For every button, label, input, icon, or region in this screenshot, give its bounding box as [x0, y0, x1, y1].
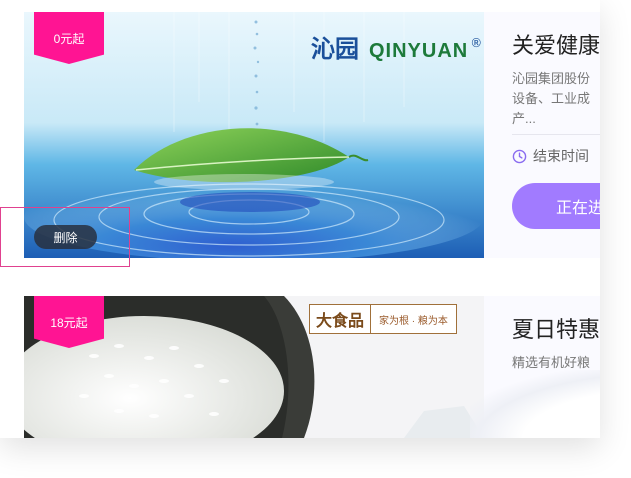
status-button[interactable]: 正在进	[512, 183, 600, 229]
registered-mark: ®	[470, 36, 483, 50]
description-line: 设备、工业成	[512, 91, 591, 106]
product-description: 精选有机好粮	[512, 353, 600, 373]
brand-logo-cn: 沁园	[311, 34, 359, 63]
product-info-panel: 夏日特惠 精选有机好粮	[484, 296, 600, 438]
product-title[interactable]: 关爱健康	[512, 28, 600, 60]
brand-logo-qinyuan: 沁园 QINYUAN ®	[311, 29, 482, 64]
product-card[interactable]: 大食品 家为根 · 粮为本 18元起 夏日特惠 精选有机好粮	[24, 296, 600, 438]
end-time: 结束时间	[512, 146, 589, 166]
divider	[512, 412, 600, 413]
delete-button[interactable]: 删除	[34, 225, 97, 249]
product-title[interactable]: 夏日特惠	[512, 312, 600, 344]
end-time-label: 结束时间	[533, 148, 589, 164]
price-badge: 0元起	[34, 12, 104, 64]
price-badge: 18元起	[34, 296, 104, 348]
product-list: 沁园 QINYUAN ® 0元起 删除 关爱健康 沁园集团股份 设备、工业成 产…	[0, 0, 600, 438]
brand-logo-tagline: 家为根 · 粮为本	[379, 315, 448, 327]
description-line: 沁园集团股份	[512, 71, 591, 86]
brand-logo-main: 大食品	[310, 305, 372, 333]
divider	[512, 134, 600, 135]
clock-icon	[512, 149, 527, 164]
brand-logo-en: QINYUAN	[369, 40, 469, 62]
description-line: 产...	[512, 111, 536, 126]
description-line: 精选有机好粮	[512, 355, 591, 370]
product-info-panel: 关爱健康 沁园集团股份 设备、工业成 产... 结束时间 正在进	[484, 12, 600, 258]
brand-logo-dashipin: 大食品 家为根 · 粮为本	[309, 304, 457, 334]
product-description: 沁园集团股份 设备、工业成 产...	[512, 69, 600, 129]
product-card[interactable]: 沁园 QINYUAN ® 0元起 删除 关爱健康 沁园集团股份 设备、工业成 产…	[0, 12, 600, 267]
